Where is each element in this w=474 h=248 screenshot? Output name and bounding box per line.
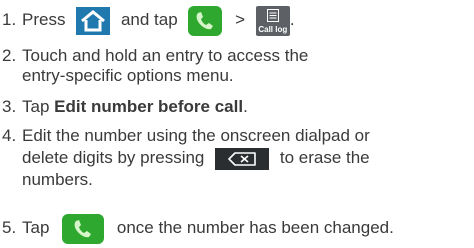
step-text: . bbox=[289, 10, 295, 29]
step-number: 4. bbox=[2, 126, 17, 145]
step-text: Touch and hold an entry to access the bbox=[22, 46, 309, 65]
step-text: to erase the bbox=[279, 148, 370, 167]
phone-icon bbox=[62, 213, 105, 244]
home-icon bbox=[76, 6, 111, 35]
step-text: once the number has been changed. bbox=[116, 218, 394, 237]
step-text: Edit the number using the onscreen dialp… bbox=[22, 126, 370, 145]
step-number: 3. bbox=[2, 97, 17, 116]
step-2: 2. Touch and hold an entry to access the… bbox=[2, 46, 472, 90]
step-5: 5. Tap once the number has been changed. bbox=[2, 212, 472, 244]
step-text: > bbox=[235, 10, 246, 29]
step-text: Press bbox=[22, 10, 66, 29]
step-text: Tap bbox=[22, 97, 50, 116]
step-text: . bbox=[243, 97, 248, 116]
step-text: Tap bbox=[22, 218, 50, 237]
backspace-icon bbox=[215, 147, 270, 170]
step-4: 4. Edit the number using the onscreen di… bbox=[2, 126, 472, 196]
edit-number-before-call-label: Edit number before call bbox=[54, 97, 244, 116]
step-3: 3. Tap Edit number before call. bbox=[2, 97, 472, 119]
step-text: entry-specific options menu. bbox=[22, 66, 234, 85]
step-text: and tap bbox=[120, 10, 178, 29]
call-log-label: Call log bbox=[258, 24, 288, 34]
step-number: 2. bbox=[2, 46, 17, 65]
phone-icon bbox=[188, 5, 223, 36]
step-text: numbers. bbox=[22, 170, 93, 189]
step-number: 5. bbox=[2, 218, 17, 237]
step-text: delete digits by pressing bbox=[22, 148, 205, 167]
step-number: 1. bbox=[2, 10, 17, 29]
step-1: 1. Press and tap > Call log . bbox=[2, 4, 472, 36]
call-log-icon: Call log bbox=[255, 5, 290, 36]
